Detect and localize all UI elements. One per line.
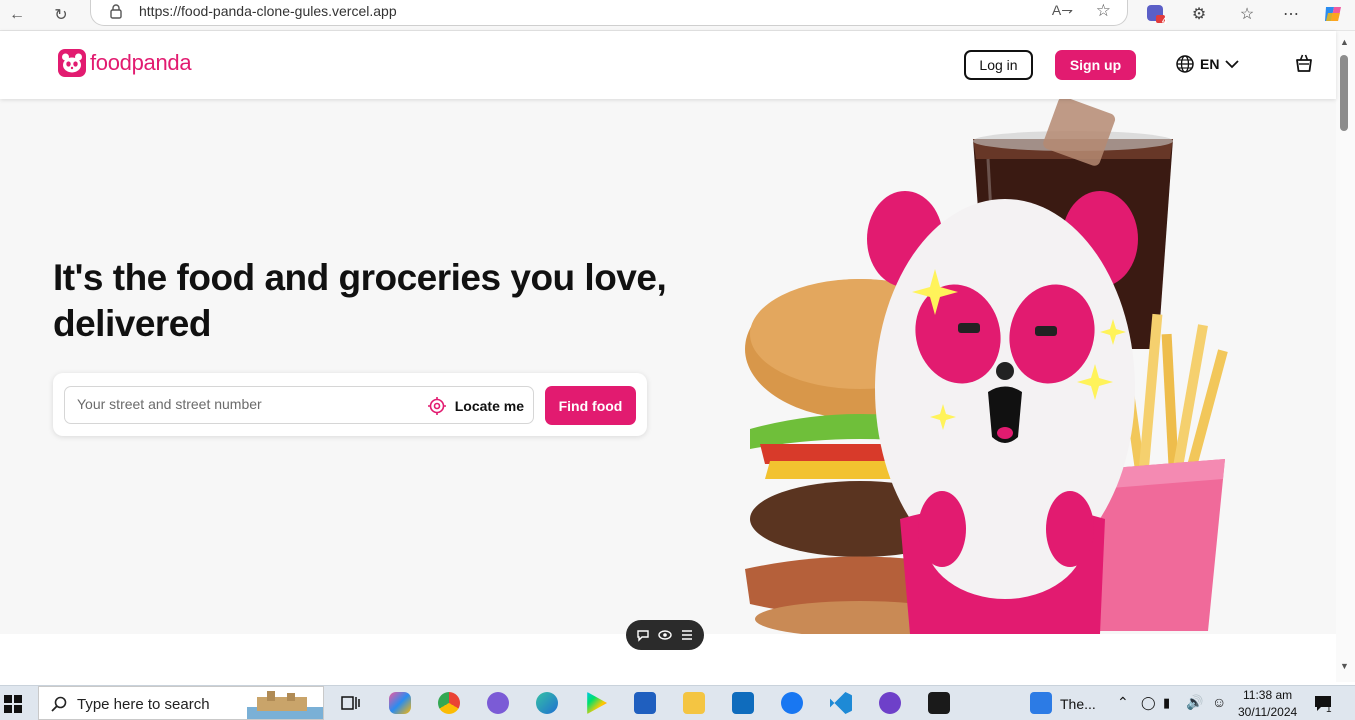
tray-chevron-up-icon[interactable]: ⌃ bbox=[1117, 694, 1129, 711]
copilot-icon[interactable] bbox=[1321, 2, 1345, 26]
back-arrow-icon[interactable]: ← bbox=[6, 4, 28, 26]
address-input[interactable] bbox=[75, 395, 419, 413]
scroll-down-arrow-icon[interactable]: ▼ bbox=[1340, 661, 1349, 671]
panda-logo-icon bbox=[58, 49, 86, 77]
app-hexagon-icon[interactable] bbox=[487, 692, 509, 714]
hero-section: It's the food and groceries you love, de… bbox=[0, 99, 1336, 634]
extensions-puzzle-icon[interactable]: ⚙ bbox=[1187, 2, 1211, 26]
extension-badge: 4 bbox=[1161, 16, 1167, 26]
signup-button[interactable]: Sign up bbox=[1055, 50, 1136, 80]
address-bar[interactable]: https://food-panda-clone-gules.vercel.ap… bbox=[90, 0, 1128, 26]
taskbar-app-label[interactable]: The... bbox=[1060, 696, 1096, 712]
windows-taskbar: Type here to search The... ⌃ ◯ ▮ 🔊 ☺ 11:… bbox=[0, 685, 1355, 720]
list-menu-icon[interactable] bbox=[680, 628, 694, 642]
locate-me-label: Locate me bbox=[454, 398, 524, 414]
app-window-icon[interactable] bbox=[1030, 692, 1052, 714]
more-menu-icon[interactable]: ⋯ bbox=[1279, 2, 1303, 26]
language-selector[interactable]: EN bbox=[1176, 55, 1240, 73]
brand-name: foodpanda bbox=[90, 50, 192, 75]
play-store-icon[interactable] bbox=[587, 692, 607, 714]
eye-icon[interactable] bbox=[658, 628, 672, 642]
login-button[interactable]: Log in bbox=[964, 50, 1033, 80]
find-food-button[interactable]: Find food bbox=[545, 386, 636, 425]
outlook-icon[interactable] bbox=[732, 692, 754, 714]
vscode-icon[interactable] bbox=[830, 692, 852, 714]
favorites-icon[interactable]: ☆ bbox=[1235, 2, 1259, 26]
address-field[interactable]: Locate me bbox=[64, 386, 534, 424]
floating-toolbar bbox=[626, 620, 704, 650]
edge-icon[interactable] bbox=[536, 692, 558, 714]
copilot-ext-icon[interactable]: 4 bbox=[1144, 2, 1168, 26]
site-header: foodpanda Log in Sign up EN bbox=[0, 31, 1336, 99]
locate-me-button[interactable]: Locate me bbox=[427, 396, 524, 416]
hero-headline: It's the food and groceries you love, de… bbox=[53, 257, 667, 344]
volume-icon[interactable]: 🔊 bbox=[1186, 694, 1203, 711]
cart-bag-icon[interactable] bbox=[1294, 53, 1314, 73]
browser-toolbar: ← ↻ https://food-panda-clone-gules.verce… bbox=[0, 0, 1355, 31]
windows-start-icon[interactable] bbox=[4, 695, 22, 713]
chevron-down-icon bbox=[1225, 60, 1240, 69]
brand-logo[interactable]: foodpanda bbox=[58, 49, 192, 77]
comment-icon[interactable] bbox=[636, 628, 650, 642]
notification-count: 1 bbox=[1326, 704, 1332, 715]
taskbar-search-placeholder: Type here to search bbox=[77, 696, 210, 713]
file-explorer-icon[interactable] bbox=[683, 692, 705, 714]
globe-icon bbox=[1176, 55, 1194, 73]
language-code: EN bbox=[1200, 56, 1220, 72]
reload-icon[interactable]: ↻ bbox=[50, 4, 72, 26]
github-icon[interactable] bbox=[879, 692, 901, 714]
taskbar-search-box[interactable]: Type here to search bbox=[38, 686, 324, 720]
search-icon bbox=[51, 696, 67, 712]
page-scrollbar[interactable]: ▲ ▼ bbox=[1336, 31, 1355, 682]
ms-store-icon[interactable] bbox=[634, 692, 656, 714]
castle-image bbox=[247, 691, 323, 719]
crosshair-icon bbox=[427, 397, 446, 415]
favorite-star-icon[interactable]: ☆ bbox=[1096, 1, 1111, 21]
scrollbar-thumb[interactable] bbox=[1340, 55, 1348, 131]
task-view-icon[interactable] bbox=[339, 692, 361, 714]
battery-icon[interactable]: ▮ bbox=[1163, 695, 1170, 711]
url-text: https://food-panda-clone-gules.vercel.ap… bbox=[139, 3, 397, 19]
chrome-icon[interactable] bbox=[438, 692, 460, 714]
copilot-app-icon[interactable] bbox=[389, 692, 411, 714]
scroll-up-arrow-icon[interactable]: ▲ bbox=[1340, 37, 1349, 47]
wifi-icon[interactable]: ☺ bbox=[1212, 694, 1226, 710]
hero-panda-illustration bbox=[745, 99, 1228, 634]
lock-icon bbox=[110, 4, 122, 19]
terminal-icon[interactable] bbox=[928, 692, 950, 714]
clock-date[interactable]: 30/11/2024 bbox=[1238, 705, 1297, 719]
address-search-card: Locate me Find food bbox=[53, 373, 647, 436]
clock-time[interactable]: 11:38 am bbox=[1243, 688, 1292, 702]
tray-meet-icon[interactable]: ◯ bbox=[1141, 695, 1156, 711]
read-aloud-icon[interactable]: A⇁ bbox=[1052, 2, 1073, 19]
facebook-icon[interactable] bbox=[781, 692, 803, 714]
panda-mascot-image bbox=[867, 191, 1138, 634]
